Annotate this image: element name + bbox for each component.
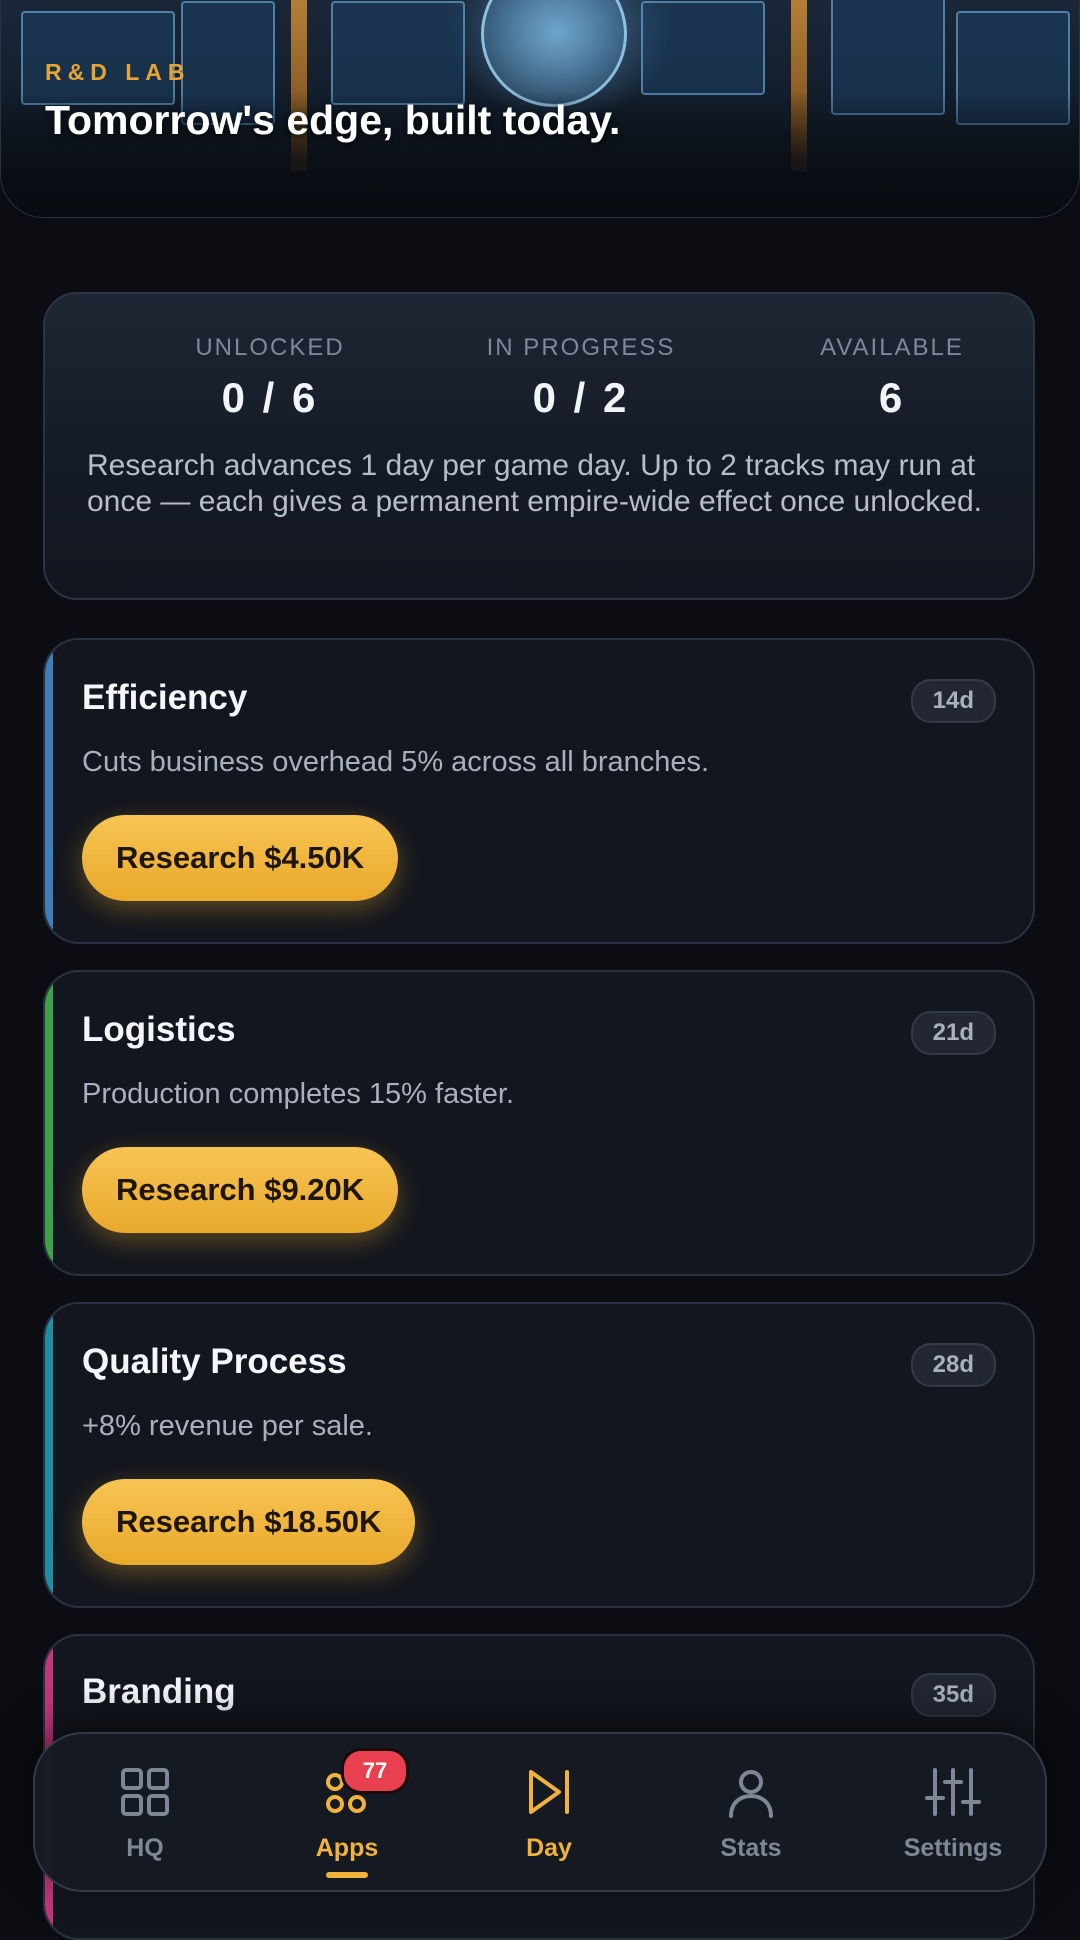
person-icon [729, 1770, 773, 1818]
duration-badge: 28d [910, 1343, 996, 1387]
card-title: Quality Process [82, 1342, 347, 1381]
nav-item-day[interactable]: Day [459, 1734, 639, 1894]
research-button[interactable]: Research $18.50K [82, 1479, 416, 1565]
research-card-logistics: Logistics 21d Production completes 15% f… [43, 970, 1035, 1276]
nav-label: HQ [126, 1834, 164, 1862]
card-accent-bar [45, 972, 53, 1274]
hero-banner: R&D LAB Tomorrow's edge, built today. [0, 0, 1080, 218]
nav-label: Day [526, 1834, 572, 1862]
stat-label: IN PROGRESS [486, 334, 676, 361]
stat-label: AVAILABLE [820, 334, 964, 361]
card-accent-bar [45, 640, 53, 942]
stat-available: AVAILABLE 6 [767, 334, 1017, 422]
stat-in-progress: IN PROGRESS 0 / 2 [456, 334, 706, 422]
stat-unlocked: UNLOCKED 0 / 6 [145, 334, 395, 422]
stat-value: 0 / 2 [532, 374, 630, 421]
card-description: Cuts business overhead 5% across all bra… [82, 746, 710, 778]
nav-label: Apps [315, 1834, 379, 1862]
card-title: Efficiency [82, 678, 248, 717]
hero-screen [641, 1, 765, 95]
skip-forward-icon [529, 1770, 569, 1814]
hero-tag: R&D LAB [45, 59, 191, 85]
research-button[interactable]: Research $9.20K [82, 1147, 399, 1233]
card-title: Logistics [82, 1010, 236, 1049]
bottom-nav: HQ Apps 77 Day Stats Settings [33, 1732, 1047, 1892]
stat-label: UNLOCKED [195, 334, 345, 361]
research-card-efficiency: Efficiency 14d Cuts business overhead 5%… [43, 638, 1035, 944]
research-button[interactable]: Research $4.50K [82, 815, 399, 901]
stat-value: 0 / 6 [221, 374, 319, 421]
research-summary-card: UNLOCKED 0 / 6 IN PROGRESS 0 / 2 AVAILAB… [43, 292, 1035, 600]
nav-item-stats[interactable]: Stats [661, 1734, 841, 1894]
research-description: Research advances 1 day per game day. Up… [87, 449, 982, 518]
grid-icon [121, 1768, 169, 1816]
card-title: Branding [82, 1672, 236, 1711]
nav-label: Settings [903, 1834, 1003, 1862]
nav-item-hq[interactable]: HQ [55, 1734, 235, 1894]
nav-item-settings[interactable]: Settings [863, 1734, 1043, 1894]
hero-screen [331, 1, 465, 105]
page-title: Tomorrow's edge, built today. [45, 97, 621, 143]
research-card-quality-process: Quality Process 28d +8% revenue per sale… [43, 1302, 1035, 1608]
sliders-icon [925, 1768, 981, 1816]
nav-label: Stats [720, 1834, 782, 1862]
card-accent-bar [45, 1304, 53, 1606]
card-description: Production completes 15% faster. [82, 1078, 515, 1110]
duration-badge: 35d [910, 1673, 996, 1717]
stat-value: 6 [878, 374, 906, 421]
duration-badge: 21d [910, 1011, 996, 1055]
notification-badge: 77 [341, 1748, 409, 1794]
duration-badge: 14d [910, 679, 996, 723]
card-description: +8% revenue per sale. [82, 1410, 373, 1442]
active-indicator [326, 1872, 368, 1878]
